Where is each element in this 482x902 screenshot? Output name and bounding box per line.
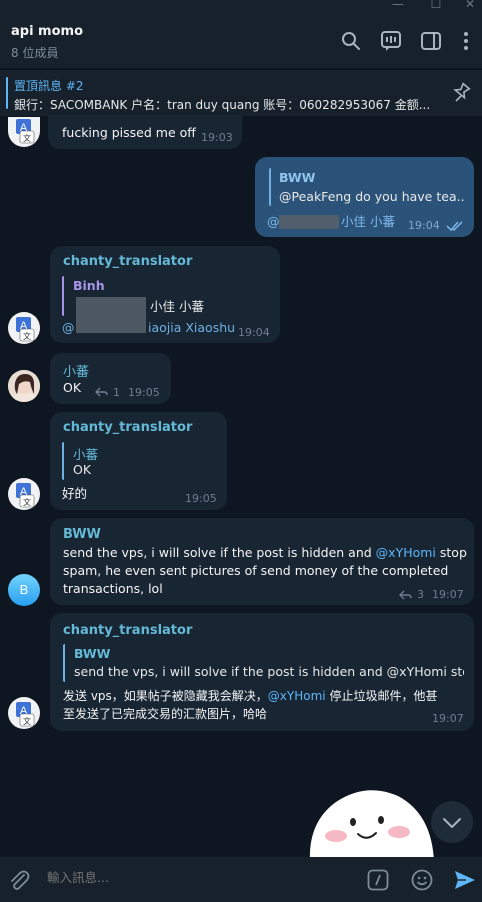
translate-icon: A 文	[16, 483, 35, 508]
quote-text: send the vps, i will solve if the post i…	[74, 664, 464, 679]
message-bubble[interactable]: 小蕃 OK 1 19:05	[50, 353, 171, 404]
mention-text[interactable]: 小佳 小蕃	[341, 213, 395, 231]
pinned-title: 置頂訊息 #2	[14, 79, 84, 93]
bww-avatar[interactable]: B	[8, 574, 40, 606]
sender-name[interactable]: 小蕃	[63, 361, 89, 380]
message-composer	[0, 857, 482, 902]
quote-author: BWW	[74, 646, 111, 661]
pinned-message-bar[interactable]: 置頂訊息 #2 銀行：SACOMBANK 户名：tran duy quang 账…	[0, 69, 482, 116]
minimize-button[interactable]: —	[383, 0, 413, 14]
chat-title[interactable]: api momo	[11, 24, 83, 39]
unpin-icon[interactable]	[450, 82, 476, 104]
member-count: 8 位成員	[11, 46, 59, 60]
double-check-icon	[446, 221, 463, 232]
message-text-line: 发送 vps，如果帖子被隐藏我会解决，@xYHomi 停止垃圾邮件，他甚	[63, 689, 438, 703]
sender-name[interactable]: chanty_translator	[63, 420, 192, 435]
video-chat-icon[interactable]	[378, 28, 404, 54]
bot-commands-icon[interactable]	[366, 868, 390, 892]
pinned-text: 銀行：SACOMBANK 户名：tran duy quang 账号：060282…	[14, 98, 431, 112]
scroll-down-button[interactable]	[431, 801, 473, 843]
user-avatar[interactable]	[8, 370, 40, 402]
reply-quote[interactable]: BWW @PeakFeng do you have tea...	[269, 168, 465, 206]
sender-name[interactable]: chanty_translator	[63, 623, 192, 638]
emoji-icon[interactable]	[410, 868, 434, 892]
quote-author: 小蕃	[73, 447, 99, 462]
translator-avatar[interactable]: A 文	[8, 697, 40, 729]
redacted-area	[76, 297, 146, 333]
send-icon[interactable]	[453, 868, 477, 892]
message-time: 19:04	[408, 219, 440, 232]
message-input[interactable]	[47, 870, 347, 885]
more-icon[interactable]	[453, 28, 479, 54]
message-text: 好的	[62, 486, 88, 501]
mention-link[interactable]: @xYHomi	[376, 545, 436, 560]
translate-icon: A 文	[16, 702, 35, 727]
reply-quote[interactable]: BWW send the vps, i will solve if the po…	[63, 644, 464, 682]
reply-icon[interactable]	[94, 386, 108, 397]
quote-author: Binh	[73, 278, 105, 293]
sidebar-toggle-icon[interactable]	[418, 28, 444, 54]
quote-author: BWW	[279, 170, 316, 185]
message-time: 19:07	[432, 588, 464, 601]
mention-prefix: @	[62, 320, 75, 335]
message-time: 19:04	[238, 326, 270, 339]
message-time: 19:05	[185, 492, 217, 505]
message-time: 19:05	[128, 386, 160, 399]
quote-text: @PeakFeng do you have tea...	[279, 189, 465, 204]
translator-avatar[interactable]: A 文	[8, 312, 40, 344]
pinned-indicator	[6, 77, 8, 109]
message-text: OK	[63, 380, 82, 395]
mention-text[interactable]: iaojia Xiaoshu	[148, 319, 235, 337]
svg-text:文: 文	[23, 133, 31, 143]
svg-text:文: 文	[23, 716, 31, 726]
message-bubble[interactable]: fucking pissed me off 19:03	[48, 115, 242, 149]
message-text-line: send the vps, i will solve if the post i…	[63, 545, 467, 560]
sender-name[interactable]: BWW	[63, 527, 101, 542]
reply-count[interactable]: 1	[113, 386, 120, 399]
mention-link[interactable]: @xYHomi	[268, 689, 326, 703]
translator-avatar[interactable]: A 文	[8, 117, 40, 147]
message-text-line: spam, he even sent pictures of send mone…	[63, 563, 449, 578]
sender-name[interactable]: chanty_translator	[63, 254, 192, 269]
search-icon[interactable]	[338, 28, 364, 54]
avatar-initial: B	[19, 582, 29, 597]
translate-icon: A 文	[16, 119, 35, 144]
message-text: fucking pissed me off	[62, 125, 196, 140]
maximize-button[interactable]: ☐	[421, 0, 451, 14]
svg-text:文: 文	[23, 497, 31, 507]
attach-icon[interactable]	[7, 868, 31, 892]
chat-header: api momo 8 位成員	[0, 14, 482, 68]
window-titlebar: — ☐ ✕	[0, 0, 482, 14]
translator-avatar[interactable]: A 文	[8, 478, 40, 510]
message-time: 19:03	[201, 131, 233, 144]
outgoing-message-bubble[interactable]: BWW @PeakFeng do you have tea... @ 小佳 小蕃…	[255, 157, 474, 237]
reply-quote[interactable]: 小蕃 OK	[62, 442, 217, 480]
message-time: 19:07	[432, 712, 464, 725]
message-bubble[interactable]: BWW send the vps, i will solve if the po…	[50, 518, 474, 605]
close-button[interactable]: ✕	[455, 0, 482, 14]
reply-icon[interactable]	[398, 589, 412, 600]
quote-text: 小佳 小蕃	[150, 299, 204, 314]
svg-text:文: 文	[23, 331, 31, 341]
message-text-line: 至发送了已完成交易的汇款图片，哈哈	[63, 707, 268, 721]
chevron-down-icon	[443, 818, 461, 828]
message-bubble[interactable]: chanty_translator 小蕃 OK 好的 19:05	[50, 412, 227, 510]
sticker-image	[309, 790, 434, 862]
avatar-photo	[8, 370, 40, 402]
message-text-line: transactions, lol	[63, 581, 163, 596]
translate-icon: A 文	[16, 317, 35, 342]
mention-prefix: @	[267, 214, 280, 229]
redacted-area	[279, 215, 339, 229]
quote-text: OK	[73, 462, 92, 477]
reply-count[interactable]: 3	[417, 588, 424, 601]
message-bubble[interactable]: chanty_translator BWW send the vps, i wi…	[50, 613, 474, 731]
